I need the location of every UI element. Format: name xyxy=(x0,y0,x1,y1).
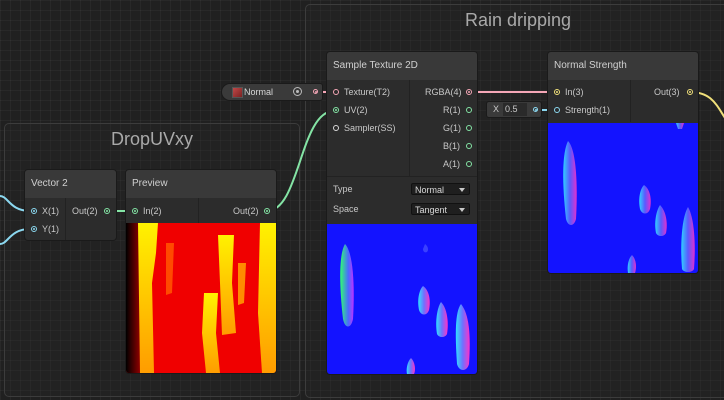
port-divider xyxy=(65,198,66,240)
texture-object-picker-icon[interactable] xyxy=(293,87,302,96)
output-rgba-label: RGBA(4) xyxy=(425,87,462,97)
output-g-label: G(1) xyxy=(443,123,461,133)
type-label: Type xyxy=(333,184,353,194)
output-r-label: R(1) xyxy=(443,105,461,115)
input-uv-label: UV(2) xyxy=(344,105,368,115)
texture-swatch-icon xyxy=(232,87,243,98)
input-y-label: Y(1) xyxy=(42,224,60,234)
input-texture-port[interactable] xyxy=(333,89,339,95)
wire-preview-uv xyxy=(266,110,335,212)
output-g-port[interactable] xyxy=(466,125,472,131)
output-a-port[interactable] xyxy=(466,161,472,167)
type-dropdown[interactable]: Normal xyxy=(411,183,470,195)
output-label: Out(2) xyxy=(72,206,98,216)
normal-strength-preview xyxy=(548,123,698,273)
chevron-down-icon xyxy=(459,208,465,212)
input-label: In(2) xyxy=(143,206,162,216)
node-title: Sample Texture 2D xyxy=(327,52,477,80)
input-uv-port[interactable] xyxy=(333,107,339,113)
port-divider xyxy=(198,198,199,223)
output-port[interactable] xyxy=(687,89,693,95)
output-label: Out(3) xyxy=(654,87,680,97)
space-label: Space xyxy=(333,204,359,214)
strength-value-field[interactable]: 0.5 xyxy=(503,103,527,116)
input-x-label: X(1) xyxy=(42,206,60,216)
sample-texture-2d-node[interactable]: Sample Texture 2D Texture(T2) UV(2) Samp… xyxy=(327,52,477,374)
output-b-port[interactable] xyxy=(466,143,472,149)
node-title: Normal Strength xyxy=(548,52,698,80)
texture-property-output-port[interactable] xyxy=(313,89,318,94)
output-port[interactable] xyxy=(264,208,270,214)
output-port[interactable] xyxy=(104,208,110,214)
strength-inline-input[interactable]: X 0.5 xyxy=(487,102,541,117)
port-divider xyxy=(630,80,631,122)
sample-texture-preview xyxy=(327,224,477,374)
output-rgba-port[interactable] xyxy=(466,89,472,95)
space-dropdown[interactable]: Tangent xyxy=(411,203,470,215)
output-r-port[interactable] xyxy=(466,107,472,113)
input-strength-label: Strength(1) xyxy=(565,105,611,115)
output-label: Out(2) xyxy=(233,206,259,216)
settings-divider xyxy=(327,176,477,177)
port-divider xyxy=(409,80,410,176)
vector2-node[interactable]: Vector 2 X(1) Y(1) Out(2) xyxy=(25,170,116,240)
input-y-port[interactable] xyxy=(31,226,37,232)
preview-node[interactable]: Preview In(2) Out(2) xyxy=(126,170,276,373)
input-x-port[interactable] xyxy=(31,208,37,214)
type-dropdown-value: Normal xyxy=(415,185,445,195)
input-port[interactable] xyxy=(132,208,138,214)
output-b-label: B(1) xyxy=(443,141,461,151)
chevron-down-icon xyxy=(459,188,465,192)
space-dropdown-value: Tangent xyxy=(415,205,448,215)
input-label: In(3) xyxy=(565,87,584,97)
preview-image xyxy=(126,223,276,373)
input-sampler-label: Sampler(SS) xyxy=(344,123,396,133)
normal-strength-node[interactable]: Normal Strength In(3) Strength(1) Out(3) xyxy=(548,52,698,273)
node-title: Vector 2 xyxy=(25,170,116,198)
strength-inline-port[interactable] xyxy=(533,107,538,112)
node-title: Preview xyxy=(126,170,276,198)
input-sampler-port[interactable] xyxy=(333,125,339,131)
input-port[interactable] xyxy=(554,89,560,95)
texture-property-label: Normal xyxy=(244,87,274,97)
input-strength-port[interactable] xyxy=(554,107,560,113)
input-texture-label: Texture(T2) xyxy=(344,87,391,97)
strength-axis-label: X xyxy=(493,104,500,114)
output-a-label: A(1) xyxy=(443,159,461,169)
texture-property-node[interactable]: Normal xyxy=(222,84,322,100)
